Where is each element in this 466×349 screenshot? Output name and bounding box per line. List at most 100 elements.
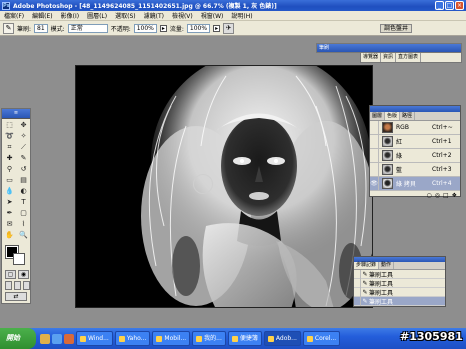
menu-help[interactable]: 說明(H) <box>227 11 256 20</box>
flow-field[interactable]: 100% <box>186 23 211 33</box>
tab-actions[interactable]: 動作 <box>379 262 395 269</box>
pen-tool-icon[interactable]: ✒ <box>3 208 16 219</box>
delete-channel-icon[interactable]: ❖ <box>452 192 457 199</box>
shape-tool-icon[interactable]: ▢ <box>17 208 30 219</box>
save-selection-as-channel-icon[interactable]: ◎ <box>435 192 440 199</box>
taskbar-button-corel[interactable]: Corel... <box>302 331 341 346</box>
taskbar-button-mobile[interactable]: Mobil... <box>152 331 191 346</box>
mode-select[interactable]: 正常 <box>67 23 108 33</box>
tab-paths[interactable]: 路徑 <box>400 112 416 120</box>
channel-shortcut: Ctrl+2 <box>432 152 452 159</box>
taskbar-button-my[interactable]: 我的... <box>192 331 226 346</box>
menu-window[interactable]: 視窗(W) <box>197 11 228 20</box>
move-tool-icon[interactable]: ✥ <box>17 120 30 131</box>
history-state-row[interactable]: ✎ 筆刷工具 <box>354 269 445 279</box>
brush-tool-icon[interactable]: ✎ <box>17 153 30 164</box>
channel-visibility-eye-icon[interactable]: 👁 <box>370 176 379 191</box>
clone-stamp-tool-icon[interactable]: ⚲ <box>3 164 16 175</box>
brush-tool-preset-icon[interactable]: ✎ <box>3 22 14 34</box>
brush-icon: ✎ <box>362 270 368 278</box>
channel-row-rgb[interactable]: RGB Ctrl+~ <box>370 120 460 135</box>
channel-visibility-eye-icon[interactable] <box>370 134 379 149</box>
eyedropper-tool-icon[interactable]: ⌇ <box>17 219 30 230</box>
history-brush-tool-icon[interactable]: ↺ <box>17 164 30 175</box>
channel-row-green-copy[interactable]: 👁 綠 拷貝 Ctrl+4 <box>370 176 460 191</box>
slice-tool-icon[interactable]: ⟋ <box>17 142 30 153</box>
screen-mode-full-menu-icon[interactable] <box>14 281 21 290</box>
menu-image[interactable]: 影像(I) <box>57 11 83 20</box>
history-source-checkbox[interactable] <box>354 296 361 306</box>
taskbar-button-adobe[interactable]: Adob... <box>263 331 301 346</box>
tab-navigator[interactable]: 導覽器 <box>361 53 382 62</box>
history-source-checkbox[interactable] <box>354 287 361 297</box>
gradient-tool-icon[interactable]: ▤ <box>17 175 30 186</box>
dodge-tool-icon[interactable]: ◐ <box>17 186 30 197</box>
background-color-swatch[interactable] <box>13 253 25 265</box>
brushes-palette: 筆刷 <box>316 43 462 53</box>
crop-tool-icon[interactable]: ⌗ <box>3 142 16 153</box>
airbrush-icon[interactable]: ✈ <box>223 22 235 34</box>
taskbar-button-label: 便捷簿 <box>239 335 258 342</box>
history-source-checkbox[interactable] <box>354 269 361 279</box>
channel-visibility-eye-icon[interactable] <box>370 162 379 177</box>
standard-mode-icon[interactable]: ▢ <box>5 270 16 279</box>
jump-to-imageready-icon[interactable]: ⇄ <box>5 292 27 301</box>
tab-history[interactable]: 步驟記錄 <box>354 262 380 269</box>
quick-mask-mode-icon[interactable]: ◉ <box>18 270 29 279</box>
marquee-tool-icon[interactable]: ⬚ <box>3 120 16 131</box>
lasso-tool-icon[interactable]: ➰ <box>3 131 16 142</box>
path-selection-tool-icon[interactable]: ➤ <box>3 197 16 208</box>
channel-row-red[interactable]: 紅 Ctrl+1 <box>370 134 460 149</box>
close-button[interactable]: × <box>455 1 464 10</box>
flow-pressure-toggle-icon[interactable]: ▸ <box>213 24 221 32</box>
brushes-palette-title[interactable]: 筆刷 <box>317 44 461 52</box>
toolbox-header-icon[interactable]: ≡ <box>2 109 30 119</box>
eraser-tool-icon[interactable]: ▭ <box>3 175 16 186</box>
menu-filter[interactable]: 濾鏡(T) <box>140 11 168 20</box>
tab-info[interactable]: 資訊 <box>381 53 397 62</box>
history-state-row-current[interactable]: ✎ 筆刷工具 <box>354 296 445 306</box>
menu-view[interactable]: 檢視(V) <box>168 11 197 20</box>
healing-brush-tool-icon[interactable]: ✚ <box>3 153 16 164</box>
channel-shortcut: Ctrl+~ <box>432 124 453 131</box>
menu-select[interactable]: 選取(S) <box>111 11 140 20</box>
new-channel-icon[interactable]: □ <box>443 192 449 199</box>
quick-launch-media-icon[interactable] <box>64 333 74 344</box>
channel-visibility-eye-icon[interactable] <box>370 120 379 135</box>
start-button[interactable]: 開始 <box>0 328 36 349</box>
type-tool-icon[interactable]: T <box>17 197 30 208</box>
taskbar-button-notepad[interactable]: 便捷簿 <box>227 331 262 346</box>
channel-row-blue[interactable]: 藍 Ctrl+3 <box>370 162 460 177</box>
quick-launch-folder-icon[interactable] <box>40 333 50 344</box>
hand-tool-icon[interactable]: ✋ <box>3 230 16 241</box>
tab-channels[interactable]: 色版 <box>385 112 401 120</box>
menu-edit[interactable]: 編輯(E) <box>28 11 56 20</box>
tab-layers[interactable]: 圖層 <box>370 112 386 120</box>
taskbar-button-windows[interactable]: Wind... <box>76 331 113 346</box>
load-channel-as-selection-icon[interactable]: ○ <box>426 192 431 199</box>
history-state-row[interactable]: ✎ 筆刷工具 <box>354 278 445 288</box>
quick-launch-ie-icon[interactable] <box>52 333 62 344</box>
opacity-pressure-toggle-icon[interactable]: ▸ <box>159 24 167 32</box>
minimize-button[interactable]: _ <box>435 1 444 10</box>
magic-wand-tool-icon[interactable]: ✧ <box>17 131 30 142</box>
opacity-field[interactable]: 100% <box>133 23 157 33</box>
document-canvas[interactable] <box>75 65 373 308</box>
taskbar-button-yahoo[interactable]: Yaho... <box>114 331 151 346</box>
history-state-row[interactable]: ✎ 筆刷工具 <box>354 287 445 297</box>
menu-file[interactable]: 檔案(F) <box>0 11 28 20</box>
blur-tool-icon[interactable]: 💧 <box>3 186 16 197</box>
color-swatches <box>2 244 30 268</box>
menu-layer[interactable]: 圖層(L) <box>83 11 111 20</box>
screen-mode-full-icon[interactable] <box>23 281 30 290</box>
notes-tool-icon[interactable]: ✉ <box>3 219 16 230</box>
tab-histogram[interactable]: 直方圖表 <box>396 53 422 62</box>
channel-row-green[interactable]: 綠 Ctrl+2 <box>370 148 460 163</box>
palette-well-tab[interactable]: 調色盤井 <box>380 24 413 33</box>
history-source-checkbox[interactable] <box>354 278 361 288</box>
maximize-button[interactable]: □ <box>445 1 454 10</box>
brush-size-picker[interactable]: 81 <box>34 23 48 33</box>
screen-mode-standard-icon[interactable] <box>5 281 12 290</box>
channel-visibility-eye-icon[interactable] <box>370 148 379 163</box>
zoom-tool-icon[interactable]: 🔍 <box>17 230 30 241</box>
